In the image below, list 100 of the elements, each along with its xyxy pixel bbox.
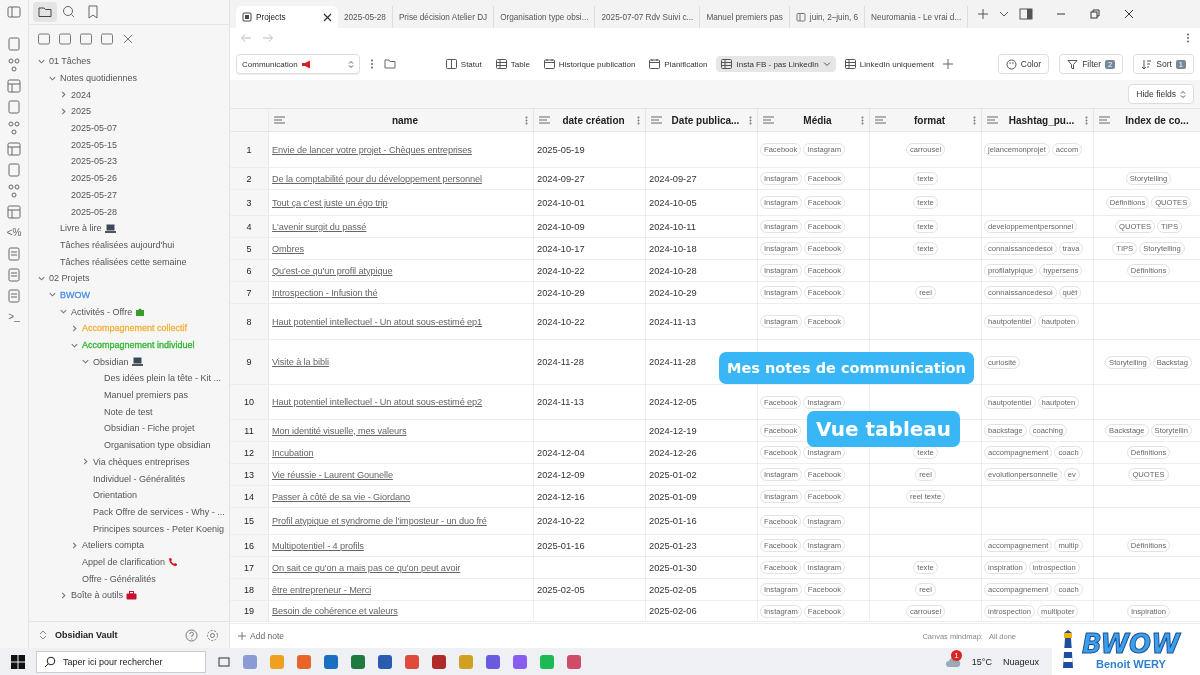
file-tree-item[interactable]: Notes quotidiennes <box>60 73 138 84</box>
windows-start-icon[interactable] <box>11 654 25 669</box>
note-link[interactable]: Tout ça c'est juste un égo trip <box>272 197 388 208</box>
chevron-right-icon[interactable] <box>81 457 90 467</box>
file-tree-item[interactable]: Tâches réalisées cette semaine <box>60 256 187 267</box>
restore-icon[interactable] <box>1089 8 1102 20</box>
app-icon[interactable] <box>485 653 501 670</box>
file-tree-item[interactable]: Manuel premiers pas <box>104 390 189 401</box>
view-tab[interactable]: Planification <box>644 56 713 72</box>
note-link[interactable]: L'avenir surgit du passé <box>272 221 367 232</box>
more-options-icon[interactable] <box>370 59 374 69</box>
file-tree-item[interactable]: 2025-05-26 <box>71 173 118 184</box>
note-link[interactable]: Ombres <box>272 243 305 254</box>
close-icon[interactable] <box>323 12 332 22</box>
updown-icon[interactable] <box>39 630 47 640</box>
tab[interactable]: Neuromania - Le vrai d... <box>865 6 969 28</box>
note-link[interactable]: Haut potentiel intellectuel - Un atout sous-estimé ep1 <box>272 316 483 327</box>
file-tree-item[interactable]: 2025-05-27 <box>71 189 118 200</box>
document-icon[interactable] <box>7 289 21 303</box>
column-header[interactable]: name <box>269 109 534 131</box>
help-icon[interactable] <box>185 628 198 642</box>
file-tree-item[interactable]: 01 Tâches <box>49 56 91 67</box>
column-header[interactable]: Média <box>758 109 870 131</box>
tab[interactable]: Projects <box>236 6 338 28</box>
graph-icon[interactable] <box>7 58 21 72</box>
tab[interactable]: 2025-05-28 <box>338 6 393 28</box>
chevron-down-icon[interactable] <box>81 357 90 367</box>
new-tab-icon[interactable] <box>977 8 990 20</box>
file-tree-item[interactable]: Boîte à outils <box>71 590 124 601</box>
file-tree-item[interactable]: Principes sources - Peter Koenig <box>93 523 225 534</box>
file-tree-item[interactable]: Ateliers compta <box>82 540 145 551</box>
folder-icon[interactable] <box>384 59 396 69</box>
file-tree-item[interactable]: Orientation <box>93 490 138 501</box>
file-tree-item[interactable]: Via chèques entreprises <box>93 456 190 467</box>
app-icon[interactable] <box>377 653 393 670</box>
settings-icon[interactable] <box>206 628 219 642</box>
chevron-right-icon[interactable] <box>70 323 79 333</box>
file-tree-item[interactable]: Obsidian - Fiche projet <box>104 423 195 434</box>
close-icon[interactable] <box>1123 8 1136 20</box>
column-header[interactable]: Hashtag_pu... <box>982 109 1094 131</box>
file-tree-item[interactable]: Activités - Offre <box>71 306 133 317</box>
file-tree-item[interactable]: 2025-05-28 <box>71 206 118 217</box>
chevron-right-icon[interactable] <box>59 90 68 100</box>
file-tree-item[interactable]: 02 Projets <box>49 273 90 284</box>
terminal-icon[interactable]: >_ <box>8 310 20 324</box>
more-options-icon[interactable] <box>1186 33 1190 43</box>
note-link[interactable]: De la comptabilité pour du développement personnel <box>272 173 483 184</box>
note-link[interactable]: Passer à côté de sa vie - Giordano <box>272 491 411 502</box>
tab[interactable]: Prise décision Atelier DJ <box>392 6 495 28</box>
file-tree-item[interactable]: Organisation type obsidian <box>104 440 211 451</box>
file-tree-item[interactable]: Obsidian <box>93 356 129 367</box>
app-icon[interactable] <box>566 653 582 670</box>
file-icon[interactable] <box>7 37 21 51</box>
chevron-down-icon[interactable] <box>48 290 57 300</box>
note-link[interactable]: Vie réussie - Laurent Gounelle <box>272 469 393 480</box>
folder-icon[interactable] <box>33 2 57 22</box>
column-header[interactable]: date création <box>534 109 646 131</box>
file-tree-item[interactable]: 2025-05-23 <box>71 156 118 167</box>
file-tree-item[interactable]: Des idées plein la tête - Kit ... <box>104 373 222 384</box>
note-link[interactable]: être entrepreneur - Merci <box>272 584 372 595</box>
view-tab[interactable]: Insta FB - pas LinkedIn <box>716 56 836 72</box>
app-icon[interactable] <box>431 653 447 670</box>
template-icon[interactable]: <% <box>6 226 22 240</box>
add-note-button[interactable]: Add note <box>238 631 285 641</box>
note-link[interactable]: Haut potentiel intellectuel - Un atout sous-estimé ep2 <box>272 397 483 407</box>
sidebar-toggle-icon[interactable] <box>7 6 21 18</box>
file-tree-item[interactable]: Tâches réalisées aujourd'hui <box>60 239 175 250</box>
note-link[interactable]: Profil atypique et syndrome de l'imposteur - un duo fré <box>272 516 487 526</box>
vault-switcher[interactable]: Obsidian Vault <box>55 630 177 640</box>
chevron-down-icon[interactable] <box>59 307 68 317</box>
column-header[interactable]: format <box>870 109 982 131</box>
tab[interactable]: juin, 2–juin, 6 <box>789 6 866 28</box>
file-tree-item[interactable]: BWOW <box>60 289 90 300</box>
app-icon[interactable] <box>296 653 312 670</box>
chevron-right-icon[interactable] <box>59 106 68 116</box>
app-icon[interactable] <box>323 653 339 670</box>
file-tree-item[interactable]: Offre - Généralités <box>82 573 156 584</box>
view-select[interactable]: Communication <box>236 54 360 74</box>
app-icon[interactable] <box>512 653 528 670</box>
note-link[interactable]: Multipotentiel - 4 profils <box>272 540 364 551</box>
tab[interactable]: 2025-07-07 Rdv Suivi c... <box>595 6 701 28</box>
tab[interactable]: Organisation type obsi... <box>494 6 596 28</box>
note-link[interactable]: Qu'est-ce qu'un profil atypique <box>272 265 393 276</box>
note-link[interactable]: Incubation <box>272 447 314 458</box>
tab[interactable]: Manuel premiers pas <box>700 6 790 28</box>
app-icon[interactable] <box>350 653 366 670</box>
file-tree-item[interactable]: Appel de clarification <box>82 556 166 567</box>
app-icon[interactable] <box>404 653 420 670</box>
file-tree-item[interactable]: Pack Offre de services - Why - ... <box>93 506 225 517</box>
chevron-right-icon[interactable] <box>70 540 79 550</box>
file-tree-item[interactable]: Livre à lire <box>60 223 102 234</box>
note-link[interactable]: Envie de lancer votre projet - Chèques entreprises <box>272 144 472 155</box>
file-tree-item[interactable]: 2025-05-07 <box>71 123 118 134</box>
taskbar-search-field[interactable]: Taper ici pour rechercher <box>36 650 206 673</box>
file-tree-item[interactable]: 2025 <box>71 106 92 117</box>
view-tab[interactable]: Statut <box>440 56 487 72</box>
app-icon[interactable] <box>242 653 258 670</box>
note-link[interactable]: On sait ce qu'on a mais pas ce qu'on peut avoir <box>272 562 461 573</box>
file-tree-item[interactable]: Individuel - Généralités <box>93 473 186 484</box>
view-tab[interactable]: Table <box>490 56 535 72</box>
